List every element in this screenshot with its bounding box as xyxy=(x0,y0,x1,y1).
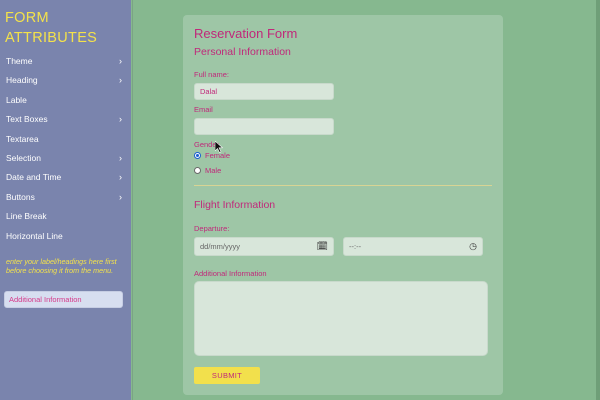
time-placeholder: --:-- xyxy=(349,242,362,251)
additional-info-label: Additional Information xyxy=(194,269,267,278)
sidebar-title-line2: ATTRIBUTES xyxy=(5,30,98,46)
radio-unchecked-icon[interactable] xyxy=(194,167,201,174)
clock-icon[interactable]: ◷ xyxy=(469,238,477,255)
sidebar-hint: enter your label/headings here first bef… xyxy=(6,257,117,275)
additional-info-textarea[interactable] xyxy=(194,281,488,356)
sidebar-item-label: Selection xyxy=(6,152,41,163)
form-title: Reservation Form xyxy=(194,26,298,41)
sidebar-item-label: Lable xyxy=(6,94,27,105)
sidebar-item-heading[interactable]: Heading › xyxy=(0,71,131,90)
radio-checked-icon[interactable] xyxy=(194,152,201,159)
section-title-flight: Flight Information xyxy=(194,199,276,211)
sidebar-item-theme[interactable]: Theme › xyxy=(0,52,131,71)
chevron-right-icon: › xyxy=(119,152,122,163)
sidebar-item-label: Line Break xyxy=(6,211,47,222)
fullname-field[interactable]: Dalal xyxy=(194,83,334,100)
scrollbar[interactable] xyxy=(596,0,600,400)
sidebar-item-text-boxes[interactable]: Text Boxes › xyxy=(0,110,131,129)
chevron-right-icon: › xyxy=(119,56,122,66)
sidebar-title-line1: FORM xyxy=(5,10,49,26)
chevron-right-icon: › xyxy=(119,75,122,86)
email-field[interactable] xyxy=(194,118,334,135)
sidebar-item-buttons[interactable]: Buttons › xyxy=(0,188,131,207)
sidebar-item-horizontal-line[interactable]: Horizontal Line xyxy=(0,227,131,246)
gender-option-male[interactable]: Male xyxy=(194,166,221,176)
form-card: Reservation Form Personal Information Fu… xyxy=(183,15,503,395)
gender-option-female[interactable]: Female xyxy=(194,151,230,161)
sidebar-menu: Theme › Heading › Lable Text Boxes › Textar… xyxy=(0,52,131,246)
chevron-right-icon: › xyxy=(119,114,122,125)
sidebar-item-lable[interactable]: Lable xyxy=(0,91,131,110)
gender-option-label: Male xyxy=(205,166,222,175)
chevron-right-icon: › xyxy=(119,172,122,183)
sidebar: FORM ATTRIBUTES Theme › Heading › Lable Te… xyxy=(0,0,131,400)
sidebar-item-label: Heading xyxy=(6,75,38,86)
sidebar-item-selection[interactable]: Selection › xyxy=(0,149,131,168)
date-placeholder: dd/mm/yyyy xyxy=(200,242,241,251)
sidebar-item-line-break[interactable]: Line Break xyxy=(0,207,131,226)
departure-time-input[interactable]: --:-- ◷ xyxy=(343,237,483,256)
chevron-right-icon: › xyxy=(119,191,122,202)
sidebar-title: FORM ATTRIBUTES xyxy=(5,8,125,48)
horizontal-line xyxy=(194,185,492,186)
sidebar-item-label: Date and Time xyxy=(6,172,62,183)
label-input[interactable]: Additional Information xyxy=(4,291,123,308)
section-title-personal: Personal Information xyxy=(194,46,291,58)
submit-button[interactable]: SUBMIT xyxy=(194,367,260,384)
sidebar-item-label: Buttons xyxy=(6,191,35,202)
email-label: Email xyxy=(194,105,213,114)
sidebar-item-label: Horizontal Line xyxy=(6,230,63,241)
sidebar-item-date-and-time[interactable]: Date and Time › xyxy=(0,168,131,187)
mouse-cursor-icon xyxy=(215,141,223,153)
departure-date-input[interactable]: dd/mm/yyyy 🗓 xyxy=(194,237,334,256)
calendar-icon[interactable]: 🗓 xyxy=(317,238,328,255)
sidebar-item-label: Theme xyxy=(6,56,33,66)
sidebar-item-textarea[interactable]: Textarea xyxy=(0,130,131,149)
sidebar-item-label: Text Boxes xyxy=(6,114,48,125)
sidebar-item-label: Textarea xyxy=(6,133,39,144)
fullname-label: Full name: xyxy=(194,70,230,79)
departure-label: Departure: xyxy=(194,224,230,233)
